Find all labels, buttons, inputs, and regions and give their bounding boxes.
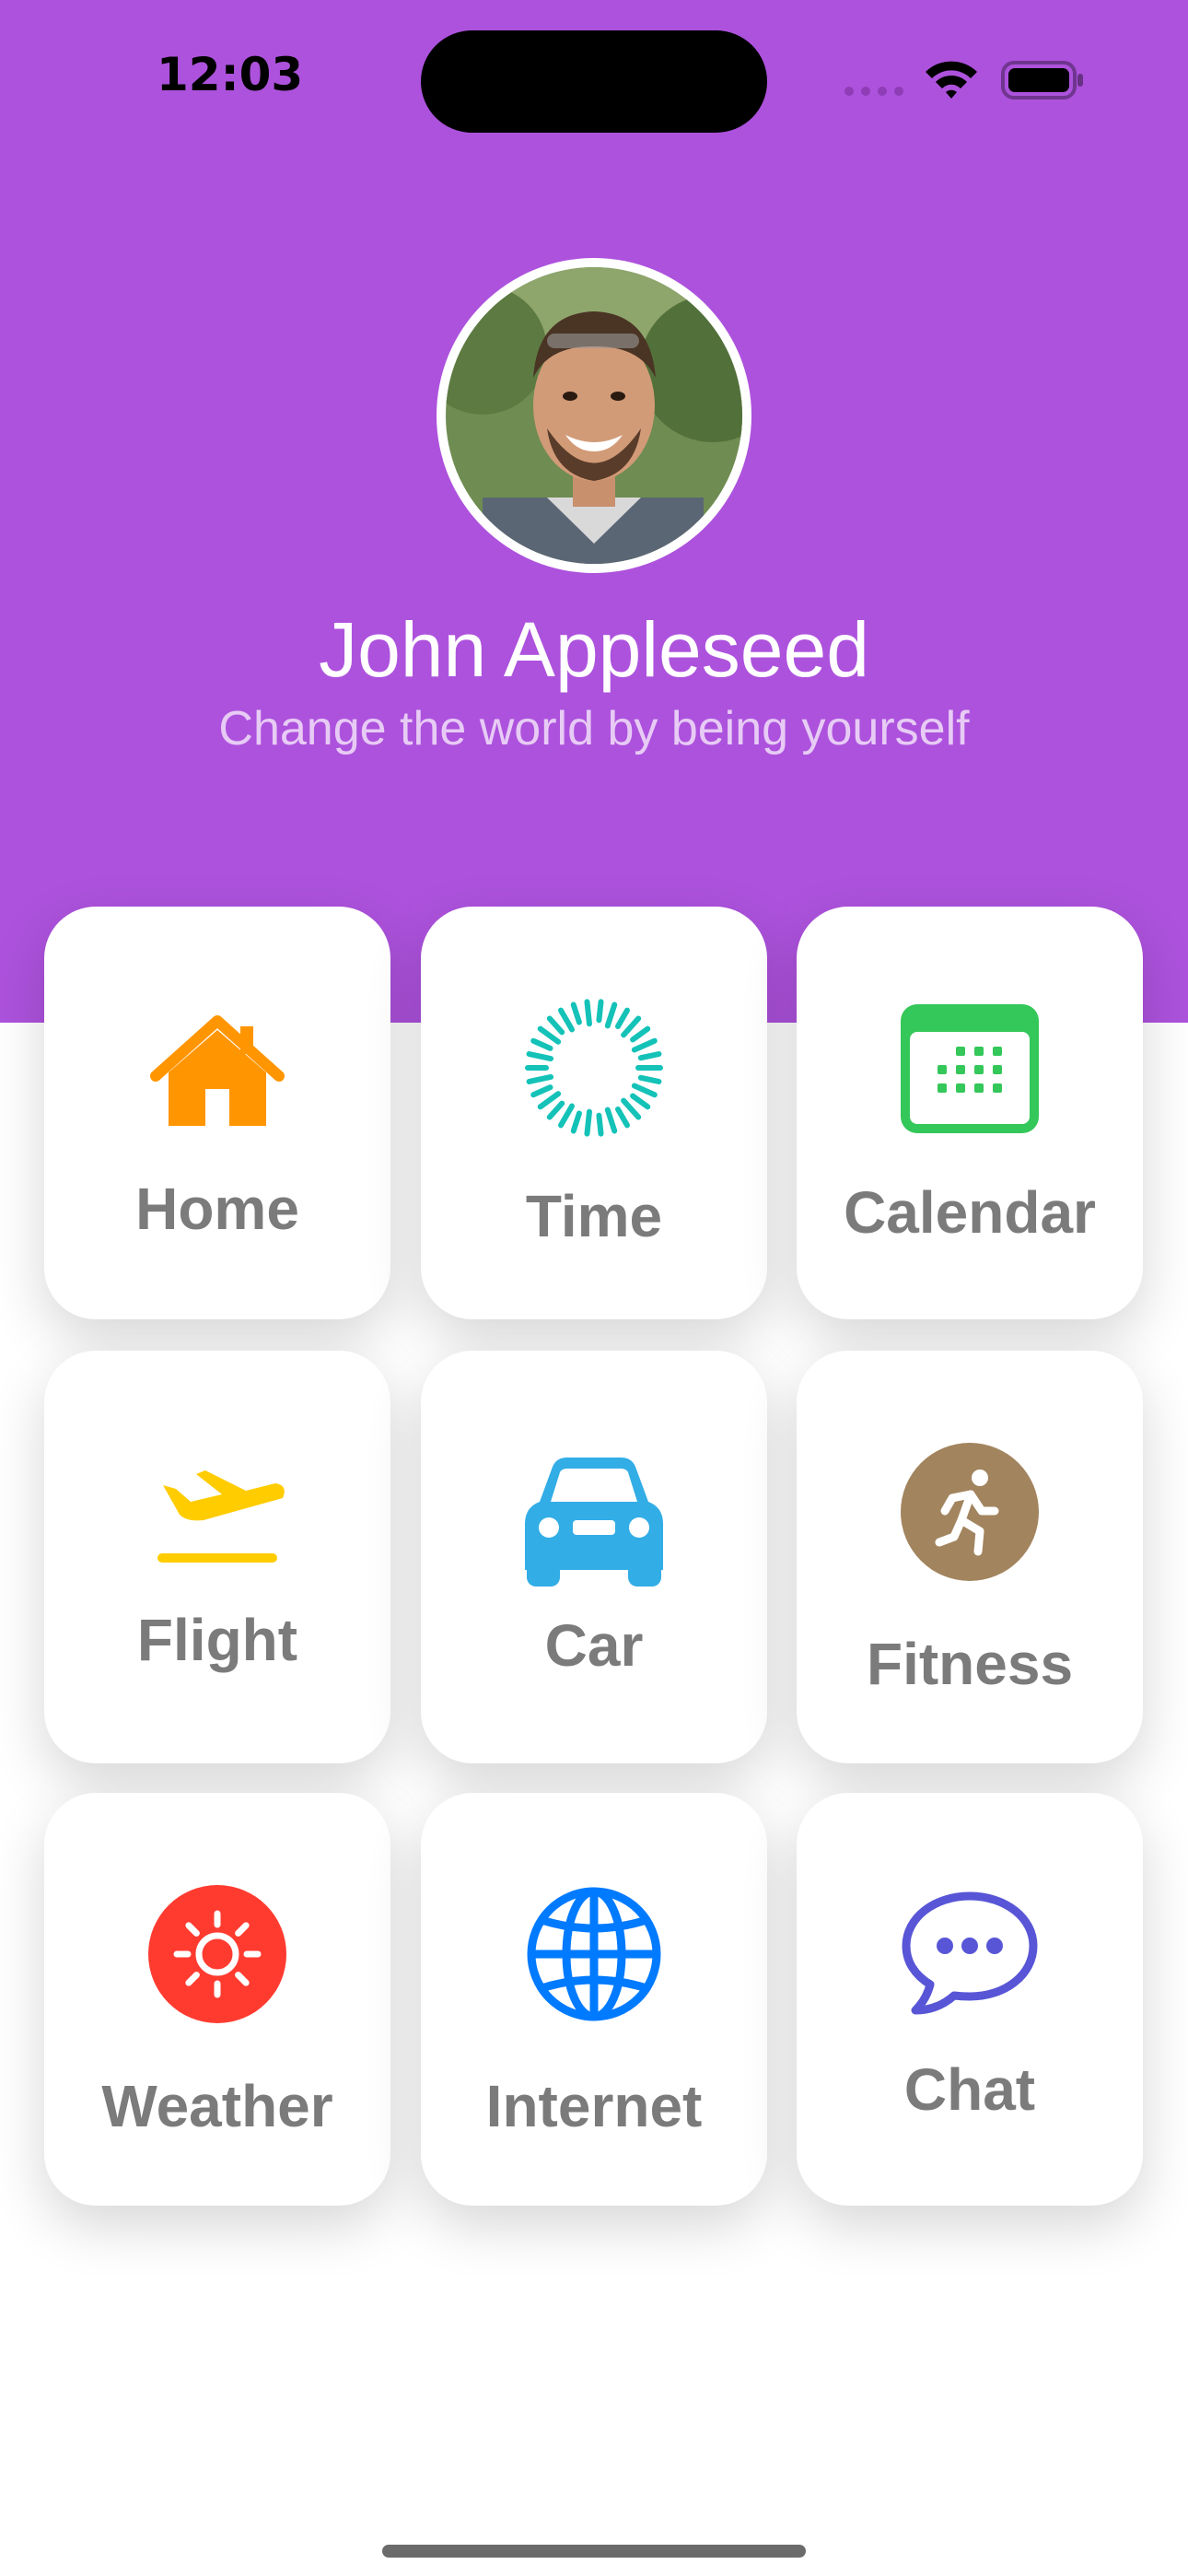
tile-time[interactable]: Time	[421, 907, 767, 1319]
profile-bio: Change the world by being yourself	[218, 702, 970, 755]
house-icon	[148, 1004, 286, 1142]
sun-icon	[148, 1885, 286, 2023]
tile-label: Time	[525, 1183, 663, 1249]
battery-icon	[1001, 61, 1083, 100]
dynamic-island	[421, 30, 767, 133]
tile-weather[interactable]: Weather	[44, 1793, 390, 2206]
tile-calendar[interactable]: Calendar	[797, 907, 1143, 1319]
airplane-icon	[148, 1443, 286, 1581]
tile-label: Home	[135, 1176, 299, 1242]
timer-icon	[525, 999, 663, 1137]
home-indicator[interactable]	[382, 2545, 806, 2558]
tile-label: Weather	[101, 2073, 333, 2139]
tile-fitness[interactable]: Fitness	[797, 1351, 1143, 1763]
chat-bubble-icon	[901, 1887, 1039, 2025]
tile-label: Flight	[136, 1607, 298, 1673]
tile-car[interactable]: Car	[421, 1351, 767, 1763]
profile-avatar[interactable]	[437, 258, 751, 573]
tile-flight[interactable]: Flight	[44, 1351, 390, 1763]
status-bar-time: 12:03	[157, 48, 304, 101]
profile-photo	[446, 267, 742, 564]
globe-icon	[525, 1885, 663, 2023]
calendar-icon	[901, 1004, 1039, 1142]
tile-label: Chat	[903, 2056, 1036, 2123]
tile-chat[interactable]: Chat	[797, 1793, 1143, 2206]
cellular-signal-icon	[844, 87, 903, 96]
tile-internet[interactable]: Internet	[421, 1793, 767, 2206]
car-icon	[525, 1450, 663, 1588]
tile-label: Fitness	[866, 1631, 1074, 1697]
wifi-icon	[926, 61, 977, 99]
tile-home[interactable]: Home	[44, 907, 390, 1319]
figure-run-icon	[901, 1443, 1039, 1581]
tile-label: Car	[544, 1612, 644, 1679]
tile-label: Calendar	[844, 1179, 1096, 1246]
tile-label: Internet	[485, 2073, 703, 2139]
profile-name: John Appleseed	[319, 606, 869, 693]
